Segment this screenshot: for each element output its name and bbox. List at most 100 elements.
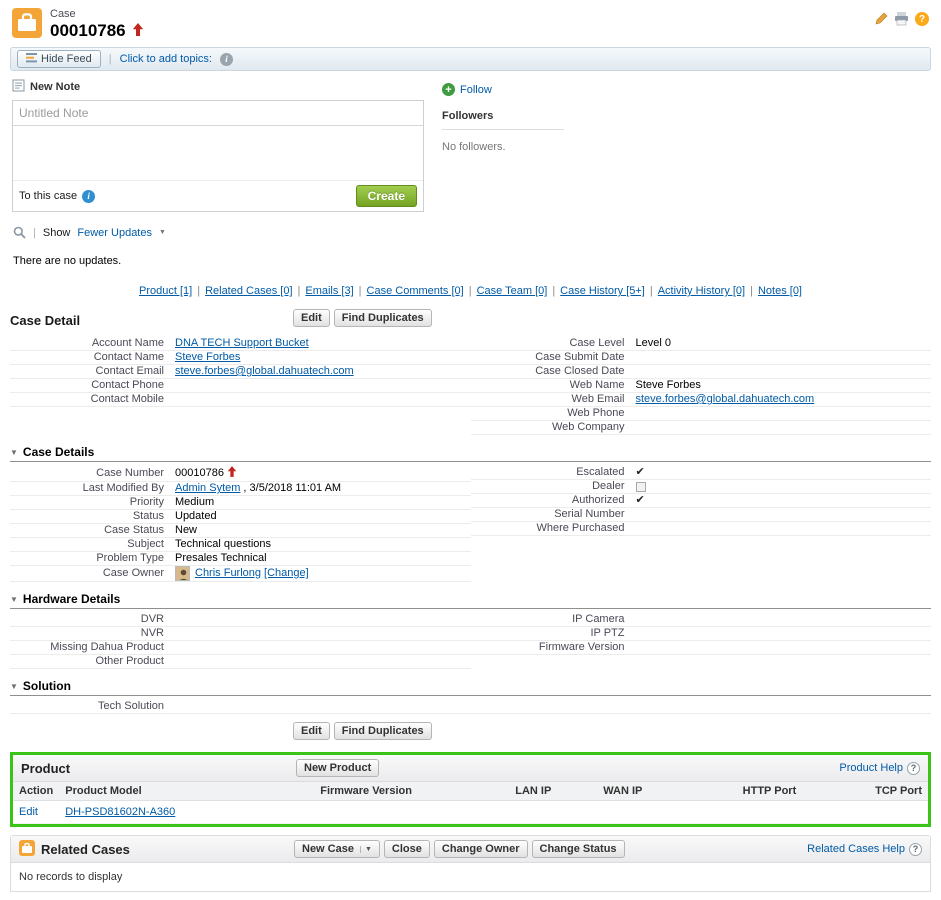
related-list-link[interactable]: Product [1]	[139, 285, 192, 297]
separator: |	[298, 285, 301, 297]
owner-avatar-image	[175, 566, 190, 581]
feed-filter-link[interactable]: Fewer Updates	[77, 227, 152, 239]
note-body-input[interactable]	[13, 126, 423, 180]
case-icon	[12, 8, 42, 38]
topics-info-icon[interactable]: i	[220, 53, 233, 66]
field-row: Missing Dahua Product	[10, 641, 471, 655]
header-icons: ?	[874, 8, 929, 26]
customize-page-icon[interactable]	[874, 12, 888, 26]
product-model-link[interactable]: DH-PSD81602N-A360	[65, 806, 175, 818]
note-composer: To this case i Create	[12, 100, 424, 212]
related-cases-help-link[interactable]: Related Cases Help	[807, 843, 905, 855]
field-label: Web Email	[471, 393, 636, 406]
new-case-button[interactable]: New Case▼	[294, 840, 380, 858]
related-cases-header: Related Cases New Case▼CloseChange Owner…	[11, 836, 930, 863]
field-label: Case Submit Date	[471, 351, 636, 364]
value-link[interactable]: [Change]	[264, 567, 309, 580]
column-header: TCP Port	[802, 782, 928, 801]
hide-feed-label: Hide Feed	[41, 53, 92, 65]
value-text: Steve Forbes	[636, 379, 701, 392]
related-list-link[interactable]: Related Cases [0]	[205, 285, 292, 297]
edit-button[interactable]: Edit	[293, 722, 330, 740]
field-label: NVR	[10, 627, 175, 640]
field-value: Medium	[175, 496, 471, 509]
related-list-link[interactable]: Case History [5+]	[560, 285, 645, 297]
table-header-row: ActionProduct ModelFirmware VersionLAN I…	[13, 782, 928, 801]
bottom-detail-buttons: Edit Find Duplicates	[10, 722, 931, 744]
help-icon[interactable]: ?	[907, 762, 920, 775]
new-product-button[interactable]: New Product	[296, 759, 379, 777]
field-row: Tech Solution	[10, 700, 931, 714]
value-text: Medium	[175, 496, 214, 509]
row-edit-link[interactable]: Edit	[19, 806, 38, 818]
checked-icon: ✔	[636, 495, 645, 506]
find-duplicates-button[interactable]: Find Duplicates	[334, 309, 432, 327]
help-icon[interactable]: ?	[909, 843, 922, 856]
new-note-tab[interactable]: New Note	[12, 79, 424, 95]
section-case-details[interactable]: ▼ Case Details	[10, 445, 931, 462]
field-label: Case Number	[10, 467, 175, 480]
value-link[interactable]: Chris Furlong	[195, 567, 261, 580]
product-help-link[interactable]: Product Help	[839, 762, 903, 774]
related-cases-title: Related Cases	[41, 842, 130, 857]
table-cell	[802, 801, 928, 824]
hide-feed-button[interactable]: Hide Feed	[17, 50, 101, 68]
change-owner-button[interactable]: Change Owner	[434, 840, 528, 858]
field-row: Last Modified ByAdmin Sytem, 3/5/2018 11…	[10, 482, 471, 496]
chevron-down-icon[interactable]: ▼	[159, 229, 166, 236]
separator: |	[650, 285, 653, 297]
search-icon[interactable]	[13, 226, 26, 239]
section-hardware-details[interactable]: ▼ Hardware Details	[10, 592, 931, 609]
change-status-button[interactable]: Change Status	[532, 840, 625, 858]
field-value: ✔	[636, 467, 932, 478]
value-link[interactable]: DNA TECH Support Bucket	[175, 337, 309, 350]
related-list-link[interactable]: Notes [0]	[758, 285, 802, 297]
table-cell	[509, 801, 597, 824]
dropdown-arrow-icon: ▼	[360, 846, 372, 853]
related-list-link[interactable]: Activity History [0]	[658, 285, 745, 297]
field-value: New	[175, 524, 471, 537]
product-header: Product New Product Product Help ?	[13, 755, 928, 782]
field-value: steve.forbes@global.dahuatech.com	[175, 365, 471, 378]
entity-label: Case	[50, 8, 144, 20]
related-list-link[interactable]: Case Team [0]	[477, 285, 548, 297]
detail-buttons: Edit Find Duplicates	[293, 309, 432, 327]
fields-left-column: Account NameDNA TECH Support BucketConta…	[10, 337, 471, 435]
column-header: Firmware Version	[314, 782, 509, 801]
field-row: Case Owner Chris Furlong[Change]	[10, 566, 471, 582]
note-title-input[interactable]	[13, 101, 423, 126]
field-label: Case Owner	[10, 567, 175, 580]
field-label: Last Modified By	[10, 482, 175, 495]
value-link[interactable]: steve.forbes@global.dahuatech.com	[175, 365, 354, 378]
value-link[interactable]: steve.forbes@global.dahuatech.com	[636, 393, 815, 406]
title-row: 00010786	[50, 21, 144, 41]
related-cases-list: Related Cases New Case▼CloseChange Owner…	[10, 835, 931, 892]
field-row: Web Company	[471, 421, 932, 435]
section-solution[interactable]: ▼ Solution	[10, 679, 931, 696]
field-row: Contact Emailsteve.forbes@global.dahuate…	[10, 365, 471, 379]
related-list-link[interactable]: Case Comments [0]	[367, 285, 464, 297]
field-label: Firmware Version	[471, 641, 636, 654]
share-target-label: To this case	[19, 190, 77, 202]
related-list-link[interactable]: Emails [3]	[305, 285, 353, 297]
follow-button[interactable]: + Follow	[442, 83, 492, 96]
printable-view-icon[interactable]	[894, 12, 909, 26]
case-page: Case 00010786 ? Hide Feed | Click to add…	[0, 0, 941, 892]
create-note-button[interactable]: Create	[356, 185, 417, 207]
share-info-icon[interactable]: i	[82, 190, 95, 203]
close-button[interactable]: Close	[384, 840, 430, 858]
page-help-icon[interactable]: ?	[915, 12, 929, 26]
field-label: Escalated	[471, 466, 636, 479]
value-link[interactable]: Admin Sytem	[175, 482, 240, 495]
collapse-icon: ▼	[10, 448, 18, 457]
field-label: IP Camera	[471, 613, 636, 626]
page-header: Case 00010786 ?	[10, 0, 931, 45]
edit-button[interactable]: Edit	[293, 309, 330, 327]
field-label: DVR	[10, 613, 175, 626]
find-duplicates-button[interactable]: Find Duplicates	[334, 722, 432, 740]
no-updates-text: There are no updates.	[13, 255, 931, 267]
field-row: Contact Mobile	[10, 393, 471, 407]
field-row: Authorized✔	[471, 494, 932, 508]
add-topics-link[interactable]: Click to add topics:	[120, 53, 212, 65]
value-link[interactable]: Steve Forbes	[175, 351, 240, 364]
